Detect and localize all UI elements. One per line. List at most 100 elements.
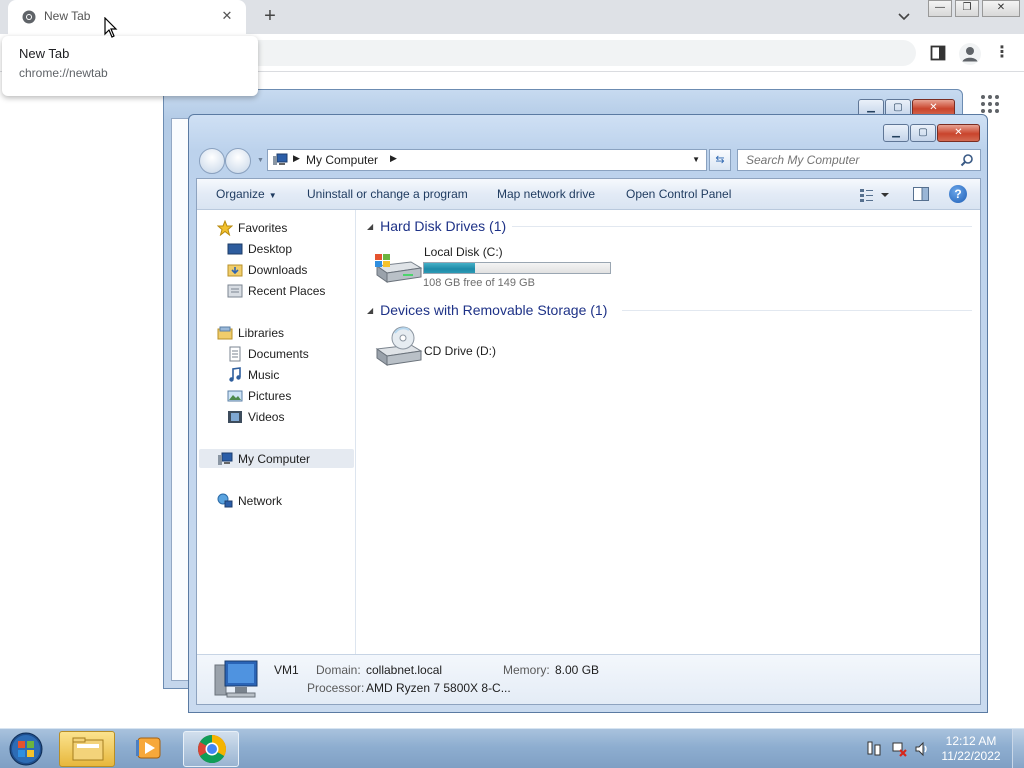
recent-pages-dropdown-icon[interactable]: ▼ bbox=[257, 157, 264, 164]
folder-icon bbox=[72, 737, 104, 761]
sidebar-item-music[interactable]: Music bbox=[227, 365, 279, 384]
cd-drive-icon bbox=[375, 326, 423, 366]
sidebar-item-downloads[interactable]: Downloads bbox=[227, 260, 307, 279]
show-desktop-button[interactable] bbox=[1012, 729, 1024, 768]
downloads-folder-icon bbox=[227, 264, 243, 276]
taskbar-media-player-button[interactable] bbox=[121, 731, 177, 767]
details-pane: VM1 Domain: collabnet.local Memory: 8.00… bbox=[197, 654, 980, 704]
computer-monitor-icon bbox=[214, 660, 258, 698]
restore-icon[interactable]: ❐ bbox=[955, 0, 979, 17]
taskbar: 12:12 AM 11/22/2022 bbox=[0, 728, 1024, 768]
sidebar-item-recent-places[interactable]: Recent Places bbox=[227, 281, 325, 300]
tab-search-chevron-icon[interactable] bbox=[893, 6, 915, 28]
sidebar-item-pictures[interactable]: Pictures bbox=[227, 386, 291, 405]
navigation-pane: Favorites Desktop Downloads Recent Place… bbox=[197, 210, 356, 654]
close-icon[interactable]: ✕ bbox=[982, 0, 1020, 17]
command-bar: Organize ▼ Uninstall or change a program … bbox=[197, 179, 980, 210]
breadcrumb-arrow-icon[interactable]: ▶ bbox=[390, 153, 397, 164]
view-options-icon bbox=[860, 189, 889, 202]
group-header-hard-disks[interactable]: ◢ Hard Disk Drives (1) bbox=[367, 216, 506, 236]
network-disconnected-icon[interactable] bbox=[891, 741, 907, 757]
group-divider bbox=[512, 226, 972, 227]
tab-new-tab[interactable]: New Tab ✕ bbox=[8, 0, 246, 34]
taskbar-chrome-button[interactable] bbox=[183, 731, 239, 767]
sidebar-item-label: Network bbox=[238, 493, 283, 508]
back-forward-buttons bbox=[199, 148, 259, 174]
group-divider bbox=[622, 310, 972, 311]
group-header-removable[interactable]: ◢ Devices with Removable Storage (1) bbox=[367, 300, 607, 320]
profile-avatar-icon[interactable] bbox=[959, 43, 981, 65]
sidebar-item-label: Libraries bbox=[238, 325, 285, 340]
tab-hover-card: New Tab chrome://newtab bbox=[2, 36, 258, 96]
address-dropdown-icon[interactable]: ▼ bbox=[692, 155, 700, 164]
computer-icon bbox=[273, 153, 288, 165]
sidebar-item-libraries[interactable]: Libraries bbox=[217, 323, 284, 342]
search-icon[interactable] bbox=[960, 153, 974, 167]
chrome-tab-strip: New Tab ✕ + — ❐ ✕ bbox=[0, 0, 1024, 34]
sidebar-item-videos[interactable]: Videos bbox=[227, 407, 284, 426]
clock-date: 11/22/2022 bbox=[941, 749, 1001, 763]
chrome-favicon-icon bbox=[22, 10, 36, 24]
new-tab-button[interactable]: + bbox=[258, 5, 282, 29]
sidebar-item-network[interactable]: Network bbox=[217, 491, 282, 510]
change-view-button[interactable] bbox=[859, 187, 891, 203]
tab-title: New Tab bbox=[44, 9, 91, 23]
google-apps-grid-icon[interactable] bbox=[980, 94, 1000, 114]
collapse-triangle-icon[interactable]: ◢ bbox=[367, 306, 373, 315]
open-control-panel-button[interactable]: Open Control Panel bbox=[626, 187, 731, 201]
breadcrumb-my-computer[interactable]: My Computer bbox=[306, 153, 378, 167]
volume-speaker-icon[interactable] bbox=[914, 741, 930, 757]
sidebar-item-label: Videos bbox=[248, 409, 285, 424]
tab-close-icon[interactable]: ✕ bbox=[218, 7, 236, 25]
chevron-down-icon: ▼ bbox=[268, 191, 277, 200]
organize-button[interactable]: Organize ▼ bbox=[216, 187, 277, 201]
back-button[interactable] bbox=[199, 148, 225, 174]
group-title: Hard Disk Drives (1) bbox=[380, 218, 507, 234]
videos-filmstrip-icon bbox=[228, 410, 242, 423]
taskbar-explorer-button[interactable] bbox=[59, 731, 115, 767]
preview-pane-icon[interactable] bbox=[913, 187, 929, 201]
network-globe-icon bbox=[217, 493, 233, 507]
maximize-icon[interactable]: ▢ bbox=[910, 124, 936, 142]
domain-value: collabnet.local bbox=[366, 663, 443, 677]
help-icon[interactable]: ? bbox=[949, 185, 967, 203]
breadcrumb-arrow-icon[interactable]: ▶ bbox=[293, 153, 300, 164]
drives-view: ◢ Hard Disk Drives (1) Local Disk (C:) 1… bbox=[357, 210, 980, 654]
clock-time: 12:12 AM bbox=[945, 734, 997, 748]
close-icon[interactable]: ✕ bbox=[937, 124, 980, 142]
action-center-icon[interactable] bbox=[866, 741, 882, 757]
search-box[interactable] bbox=[737, 149, 981, 171]
media-player-icon bbox=[136, 737, 161, 759]
sidebar-item-my-computer[interactable]: My Computer bbox=[199, 449, 354, 468]
computer-icon bbox=[218, 452, 233, 465]
forward-button[interactable] bbox=[225, 148, 251, 174]
navigation-bar: ▼ ▶ My Computer ▶ ▼ ⇆ bbox=[197, 147, 981, 174]
computer-name: VM1 bbox=[274, 663, 299, 677]
sidebar-item-desktop[interactable]: Desktop bbox=[227, 239, 292, 258]
address-bar[interactable] bbox=[240, 40, 916, 66]
sidebar-item-label: Recent Places bbox=[248, 283, 326, 298]
minimize-icon[interactable]: ▁ bbox=[883, 124, 909, 142]
start-button[interactable] bbox=[6, 731, 46, 767]
hovercard-url: chrome://newtab bbox=[19, 66, 108, 80]
hard-drive-windows-icon bbox=[375, 254, 423, 283]
my-computer-window[interactable]: ▁ ▢ ✕ ▼ ▶ My Computer ▶ ▼ ⇆ Search My Co… bbox=[188, 114, 988, 713]
capacity-bar bbox=[423, 262, 611, 274]
sidebar-item-label: Pictures bbox=[248, 388, 292, 403]
browser-window-controls: — ❐ ✕ bbox=[928, 0, 1023, 18]
minimize-icon[interactable]: — bbox=[928, 0, 952, 17]
side-panel-icon[interactable] bbox=[930, 45, 946, 61]
collapse-triangle-icon[interactable]: ◢ bbox=[367, 222, 373, 231]
explorer-content: Organize ▼ Uninstall or change a program … bbox=[196, 178, 981, 705]
chrome-menu-icon[interactable]: ⋮ bbox=[994, 43, 1010, 65]
system-clock[interactable]: 12:12 AM 11/22/2022 bbox=[936, 734, 1006, 764]
refresh-button[interactable]: ⇆ bbox=[709, 149, 731, 171]
map-network-drive-button[interactable]: Map network drive bbox=[497, 187, 595, 201]
sidebar-item-documents[interactable]: Documents bbox=[227, 344, 309, 363]
sidebar-item-favorites[interactable]: Favorites bbox=[217, 218, 287, 237]
sidebar-item-label: Desktop bbox=[248, 241, 293, 256]
uninstall-program-button[interactable]: Uninstall or change a program bbox=[307, 187, 468, 201]
desktop-icon bbox=[227, 243, 243, 254]
search-input[interactable] bbox=[738, 150, 948, 170]
address-breadcrumb-bar[interactable]: ▶ My Computer ▶ ▼ bbox=[267, 149, 707, 171]
